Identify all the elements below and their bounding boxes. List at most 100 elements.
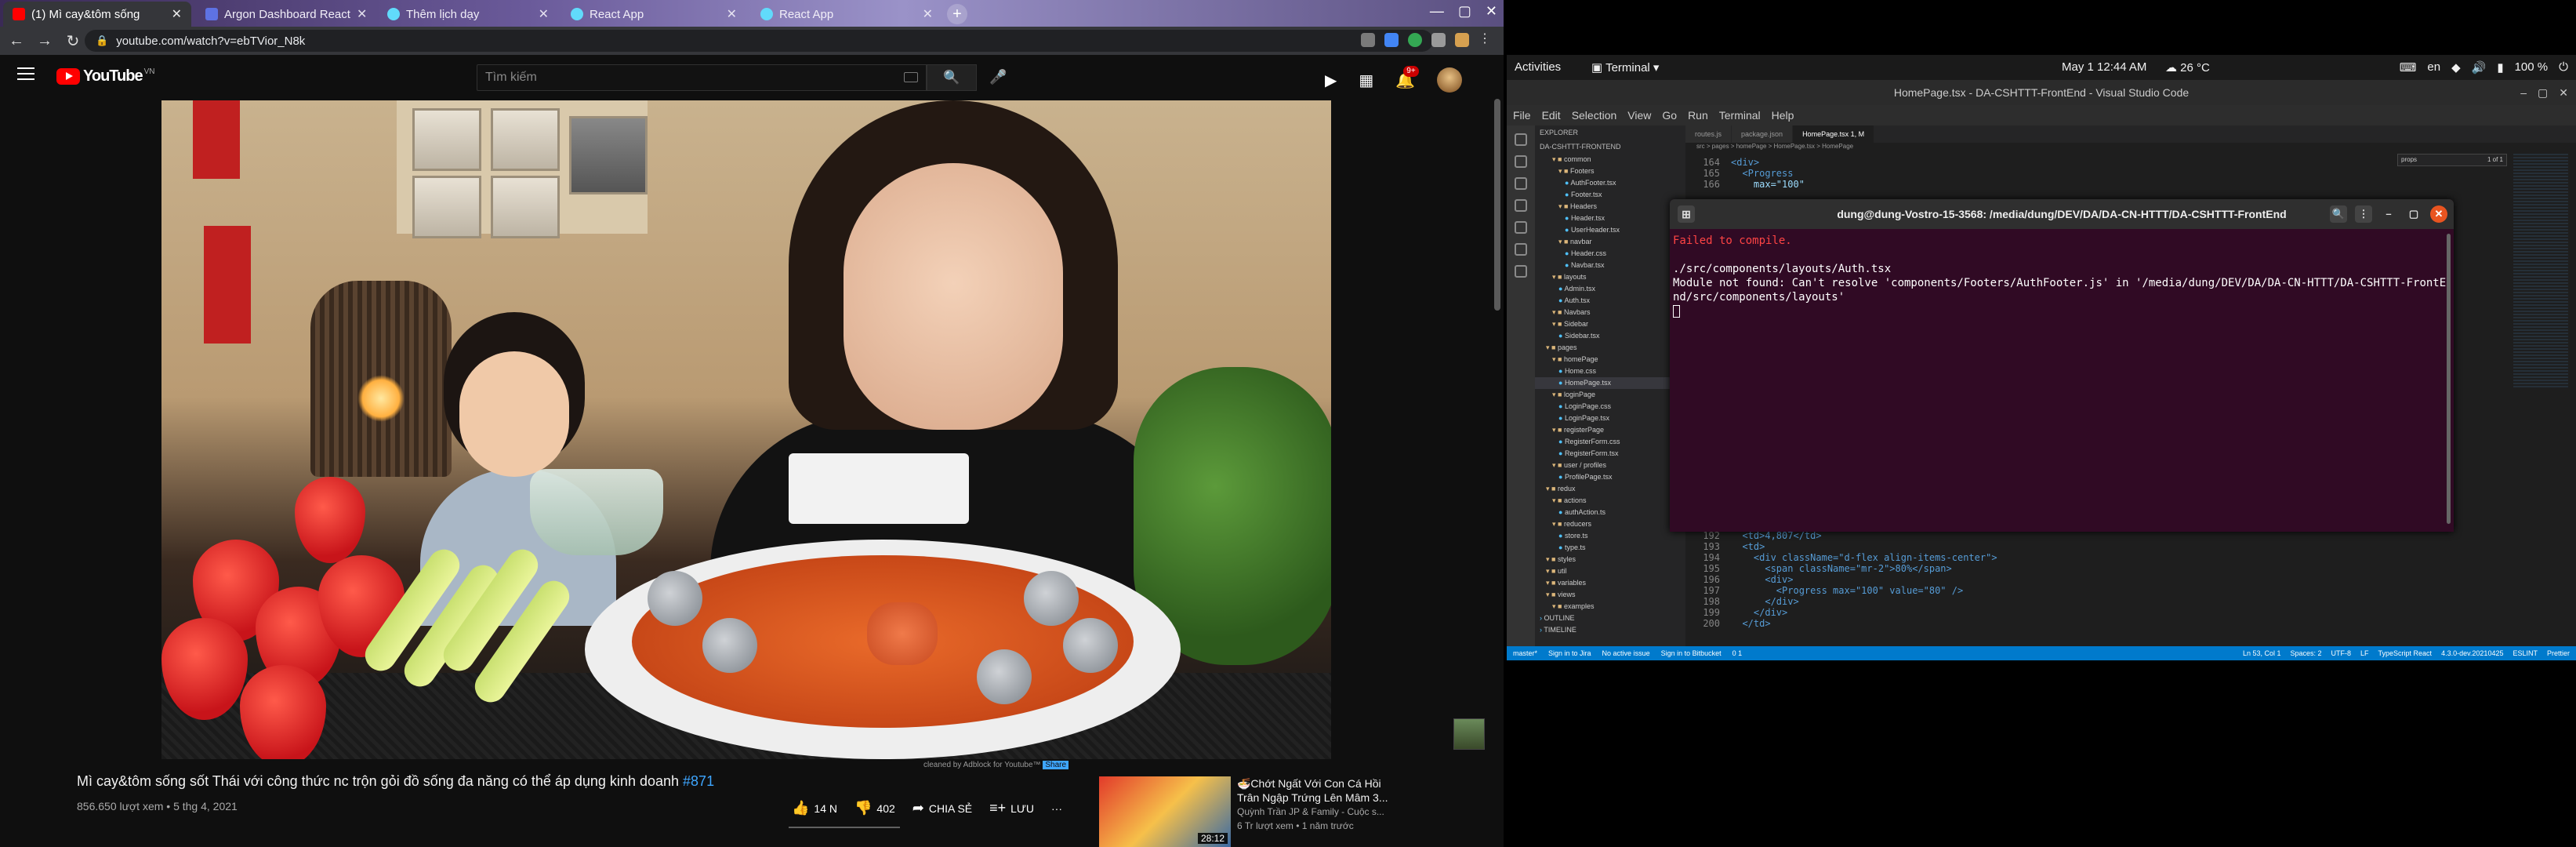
tree-folder[interactable]: ▾ ■ Sidebar (1535, 318, 1685, 330)
scrollbar[interactable] (1494, 99, 1500, 311)
menu-icon[interactable]: ⋮ (2355, 205, 2372, 223)
project-name[interactable]: DA-CSHTTT-FRONTEND (1535, 140, 1685, 154)
channel-thumbnail[interactable] (1453, 718, 1485, 750)
menu-help[interactable]: Help (1772, 105, 1794, 125)
menu-selection[interactable]: Selection (1572, 105, 1617, 125)
close-icon[interactable]: ✕ (165, 6, 182, 22)
extension-icon[interactable] (1384, 33, 1399, 47)
tree-file[interactable]: ● Auth.tsx (1535, 295, 1685, 307)
activities-button[interactable]: Activities (1515, 60, 1561, 74)
editor-tab-active[interactable]: HomePage.tsx 1, M (1793, 125, 1875, 143)
search-icon[interactable]: 🔍 (2330, 205, 2347, 223)
tree-file[interactable]: ● RegisterForm.css (1535, 436, 1685, 448)
address-bar[interactable]: 🔒 youtube.com/watch?v=ebTVior_N8k (85, 30, 1433, 52)
status-item[interactable]: Sign in to Bitbucket (1661, 646, 1722, 660)
apps-grid-icon[interactable]: ▦ (1359, 71, 1373, 90)
scrollbar[interactable] (2447, 234, 2451, 524)
tree-folder[interactable]: ▾ ■ registerPage (1535, 424, 1685, 436)
status-item[interactable]: Spaces: 2 (2290, 646, 2321, 660)
tree-folder[interactable]: ▾ ■ Headers (1535, 201, 1685, 213)
power-icon[interactable]: ⏻ (2559, 60, 2568, 75)
jira-icon[interactable] (1515, 265, 1527, 278)
search-input[interactable]: Tìm kiếm (477, 64, 927, 91)
status-item[interactable]: 0 1 (1732, 646, 1743, 660)
input-language[interactable]: en (2427, 60, 2440, 75)
share-link[interactable]: Share (1043, 761, 1069, 769)
menu-terminal[interactable]: Terminal (1719, 105, 1761, 125)
tab-react-app-1[interactable]: React App ✕ (561, 2, 746, 27)
extensions-icon[interactable] (1515, 221, 1527, 234)
forward-icon[interactable]: → (33, 32, 56, 50)
tree-file[interactable]: ● LoginPage.tsx (1535, 413, 1685, 424)
status-item[interactable]: master* (1513, 646, 1537, 660)
remote-icon[interactable] (1515, 243, 1527, 256)
breadcrumb[interactable]: src > pages > homePage > HomePage.tsx > … (1685, 143, 2576, 154)
explorer-icon[interactable] (1515, 133, 1527, 146)
tree-file[interactable]: ● Header.css (1535, 248, 1685, 260)
minimize-icon[interactable]: – (2380, 205, 2397, 223)
tab-argon[interactable]: Argon Dashboard React ✕ (196, 2, 375, 27)
tree-folder[interactable]: ▾ ■ user / profiles (1535, 460, 1685, 471)
new-tab-button[interactable]: + (947, 4, 967, 24)
run-debug-icon[interactable] (1515, 199, 1527, 212)
extension-icon[interactable] (1361, 33, 1375, 47)
close-icon[interactable]: ✕ (532, 6, 549, 22)
hamburger-menu-icon[interactable] (17, 67, 34, 82)
keyboard-icon[interactable] (904, 72, 918, 82)
status-item[interactable]: UTF-8 (2331, 646, 2352, 660)
tree-folder[interactable]: ▾ ■ redux (1535, 483, 1685, 495)
find-widget[interactable]: props 1 of 1 (2397, 154, 2507, 166)
profile-avatar[interactable] (1455, 33, 1469, 47)
maximize-icon[interactable]: ▢ (2538, 80, 2548, 105)
video-player[interactable] (161, 100, 1331, 759)
like-button[interactable]: 👍 14 N (792, 800, 837, 816)
menu-dots-icon[interactable]: ⋮ (1478, 33, 1493, 47)
explorer-section[interactable]: › TIMELINE (1535, 624, 1685, 636)
next-video-thumbnail[interactable]: 28:12 (1099, 776, 1231, 847)
maximize-icon[interactable]: ▢ (1458, 3, 1471, 20)
tree-folder[interactable]: ▾ ■ actions (1535, 495, 1685, 507)
tree-folder[interactable]: ▾ ■ navbar (1535, 236, 1685, 248)
tree-file[interactable]: ● store.ts (1535, 530, 1685, 542)
tree-file[interactable]: ● Navbar.tsx (1535, 260, 1685, 271)
tree-folder[interactable]: ▾ ■ util (1535, 565, 1685, 577)
dislike-button[interactable]: 👎 402 (854, 800, 895, 816)
tree-folder[interactable]: ▾ ■ variables (1535, 577, 1685, 589)
tree-folder[interactable]: ▾ ■ common (1535, 154, 1685, 165)
tab-them-lich-day[interactable]: Thêm lịch dạy ✕ (378, 2, 558, 27)
status-item[interactable]: TypeScript React (2378, 646, 2433, 660)
next-video-title[interactable]: 🍜Chớt Ngất Với Con Cá Hồi Trân Ngập Trứn… (1237, 776, 1394, 805)
app-menu[interactable]: ▣ Terminal ▾ (1591, 60, 1659, 75)
tree-file[interactable]: ● Header.tsx (1535, 213, 1685, 224)
tree-file[interactable]: ● AuthFooter.tsx (1535, 177, 1685, 189)
tree-file[interactable]: ● RegisterForm.tsx (1535, 448, 1685, 460)
system-tray[interactable]: ⌨ en ◆ 🔊 ▮ 100 % ⏻ (2400, 60, 2568, 75)
tree-folder[interactable]: ▾ ■ views (1535, 589, 1685, 601)
tree-folder[interactable]: ▾ ■ layouts (1535, 271, 1685, 283)
search-icon[interactable] (1515, 155, 1527, 168)
menu-run[interactable]: Run (1688, 105, 1708, 125)
maximize-icon[interactable]: ▢ (2405, 205, 2422, 223)
close-icon[interactable]: ✕ (350, 6, 367, 22)
minimize-icon[interactable]: — (1430, 3, 1444, 20)
menu-view[interactable]: View (1627, 105, 1651, 125)
microphone-icon[interactable]: 🎤 (989, 69, 1007, 86)
minimap[interactable] (2513, 154, 2568, 389)
tab-youtube[interactable]: (1) Mì cay&tôm sống ✕ (3, 2, 191, 27)
tree-file[interactable]: ● Sidebar.tsx (1535, 330, 1685, 342)
create-video-icon[interactable]: ▶ (1325, 71, 1337, 90)
puzzle-icon[interactable] (1431, 33, 1446, 47)
minimize-icon[interactable]: – (2520, 80, 2527, 105)
tree-folder[interactable]: ▾ ■ styles (1535, 554, 1685, 565)
terminal-window[interactable]: ⊞ dung@dung-Vostro-15-3568: /media/dung/… (1670, 199, 2454, 532)
status-item[interactable]: No active issue (1602, 646, 1650, 660)
status-item[interactable]: LF (2360, 646, 2369, 660)
tree-folder[interactable]: ▾ ■ pages (1535, 342, 1685, 354)
back-icon[interactable]: ← (5, 32, 28, 50)
search-button[interactable]: 🔍 (927, 64, 977, 91)
tree-file[interactable]: ● ProfilePage.tsx (1535, 471, 1685, 483)
tree-file[interactable]: ● type.ts (1535, 542, 1685, 554)
tree-file[interactable]: ● Home.css (1535, 365, 1685, 377)
close-icon[interactable]: ✕ (2559, 80, 2568, 105)
next-video-channel[interactable]: Quỳnh Trần JP & Family - Cuộc s... (1237, 806, 1384, 817)
